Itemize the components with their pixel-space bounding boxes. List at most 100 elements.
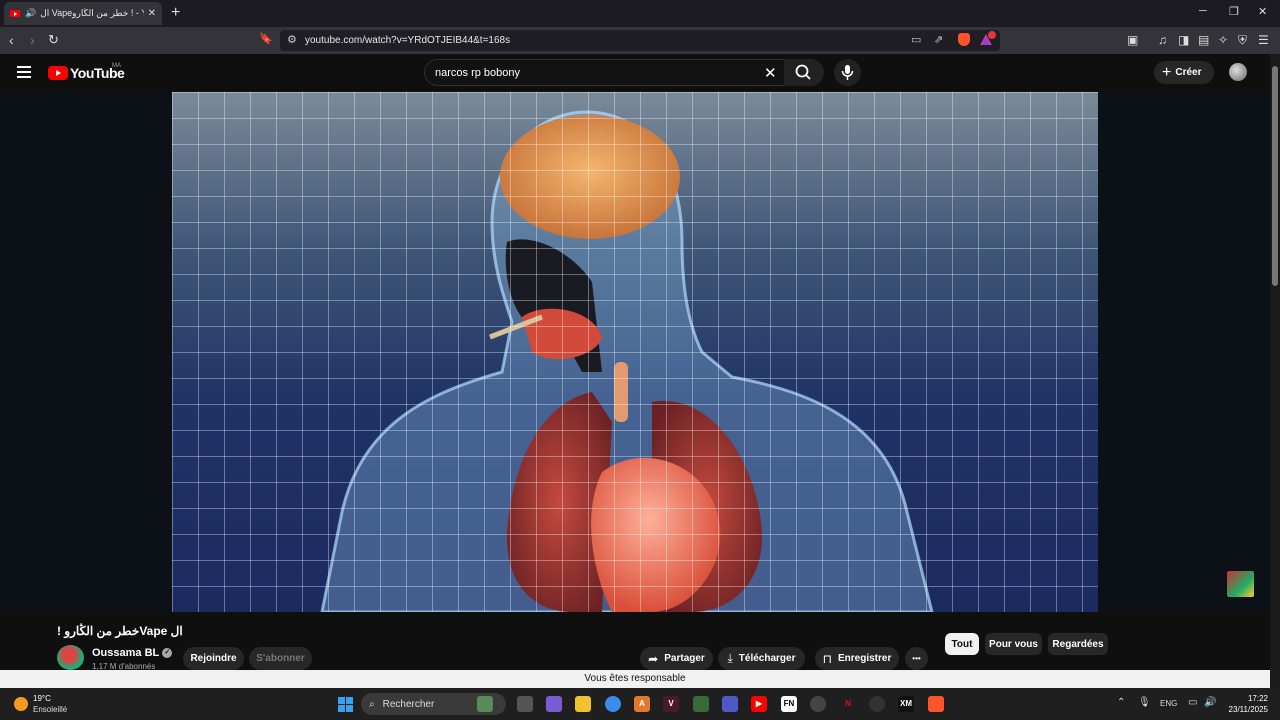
create-label: Créer bbox=[1175, 67, 1202, 78]
url-text[interactable]: youtube.com/watch?v=YRdOTJEIB44&t=168s bbox=[305, 35, 510, 46]
save-label: Enregistrer bbox=[838, 653, 892, 664]
download-label: Télécharger bbox=[738, 653, 796, 664]
search-box[interactable]: narcos rp bobony ✕ bbox=[424, 59, 786, 86]
volume-icon[interactable]: 🔊 bbox=[1204, 697, 1216, 708]
chip-watched[interactable]: Regardées bbox=[1048, 633, 1108, 655]
download-icon: ⤓ bbox=[727, 651, 733, 665]
copilot-icon[interactable] bbox=[546, 696, 562, 712]
voice-search-button[interactable] bbox=[834, 59, 861, 86]
browser-tab[interactable]: 🔊 ال Vapeخطر من الڭارو ! - YouTube ✕ bbox=[4, 2, 162, 25]
clear-search-icon[interactable]: ✕ bbox=[764, 64, 777, 82]
video-title: ال Vapeخطر من الڭارو ! bbox=[57, 624, 183, 638]
tab-close-icon[interactable]: ✕ bbox=[148, 8, 156, 19]
youtube-header: YouTube MA narcos rp bobony ✕ + Créer bbox=[0, 54, 1270, 92]
youtube-favicon-icon bbox=[10, 10, 20, 17]
restore-icon[interactable]: ❐ bbox=[1229, 5, 1239, 18]
netflix-icon[interactable]: N bbox=[840, 696, 856, 712]
notification-banner: Vous êtes responsable bbox=[0, 670, 1270, 688]
search-button[interactable] bbox=[784, 59, 824, 86]
file-explorer-icon[interactable] bbox=[575, 696, 591, 712]
tab-title: ال Vapeخطر من الڭارو ! - YouTube bbox=[40, 8, 143, 18]
weather-temperature[interactable]: 19°C bbox=[33, 694, 51, 703]
create-button[interactable]: + Créer bbox=[1154, 61, 1214, 84]
more-actions-button[interactable]: ••• bbox=[905, 647, 928, 670]
youtube-logo[interactable]: YouTube MA bbox=[48, 63, 125, 81]
network-icon[interactable]: ▭ bbox=[1188, 697, 1197, 708]
app-leaf-icon[interactable] bbox=[693, 696, 709, 712]
youtube-app-icon[interactable]: ▶ bbox=[751, 696, 767, 712]
subscribe-button[interactable]: S'abonner bbox=[249, 647, 312, 670]
country-code: MA bbox=[112, 63, 121, 69]
brave-shields-icon[interactable] bbox=[958, 33, 970, 46]
chip-for-you[interactable]: Pour vous bbox=[985, 633, 1042, 655]
page-scrollbar[interactable] bbox=[1270, 54, 1280, 688]
leo-ai-icon[interactable]: ✧ bbox=[1218, 33, 1228, 47]
video-player[interactable] bbox=[172, 92, 1098, 612]
bookmark-icon[interactable]: 🔖 bbox=[259, 32, 273, 45]
forward-icon[interactable]: › bbox=[30, 32, 35, 48]
language-indicator[interactable]: ENG bbox=[1160, 699, 1177, 708]
vpn-icon[interactable]: ⛨ bbox=[1238, 33, 1247, 48]
account-avatar[interactable] bbox=[1229, 63, 1247, 81]
tray-overflow-icon[interactable]: ⌃ bbox=[1117, 697, 1125, 708]
share-page-icon[interactable]: ⇗ bbox=[934, 33, 943, 46]
brave-app-icon[interactable] bbox=[928, 696, 944, 712]
browser-toolbar: ‹ › ↻ 🔖 ⚙ youtube.com/watch?v=YRdOTJEIB4… bbox=[0, 27, 1280, 54]
app-circle-icon[interactable] bbox=[869, 696, 885, 712]
scrollbar-thumb[interactable] bbox=[1272, 66, 1278, 286]
chrome-icon[interactable] bbox=[605, 696, 621, 712]
guide-menu-icon[interactable] bbox=[17, 66, 31, 81]
new-tab-button[interactable]: + bbox=[171, 4, 180, 22]
back-icon[interactable]: ‹ bbox=[9, 32, 14, 48]
download-button[interactable]: ⤓ Télécharger bbox=[718, 647, 805, 670]
reload-icon[interactable]: ↻ bbox=[48, 32, 59, 48]
music-icon[interactable]: ♫ bbox=[1158, 33, 1167, 47]
plus-icon: + bbox=[1162, 63, 1172, 81]
clock[interactable]: 17:22 23/11/2025 bbox=[1228, 693, 1268, 715]
channel-avatar[interactable] bbox=[57, 645, 84, 670]
channel-name-text[interactable]: Oussama BL bbox=[92, 647, 159, 659]
steam-icon[interactable] bbox=[810, 696, 826, 712]
browser-tab-bar: 🔊 ال Vapeخطر من الڭارو ! - YouTube ✕ + ─… bbox=[0, 0, 1280, 27]
wallet-icon[interactable]: ▤ bbox=[1198, 33, 1209, 47]
save-icon: ⊓ bbox=[822, 651, 832, 666]
verified-icon: ✓ bbox=[162, 648, 173, 659]
audio-playing-icon[interactable]: 🔊 bbox=[25, 8, 36, 19]
taskbar: 19°C Ensoleillé ⌕ Rechercher A V ▶ FN N … bbox=[0, 688, 1280, 720]
app-v-icon[interactable]: V bbox=[663, 696, 679, 712]
widgets-icon[interactable] bbox=[477, 696, 493, 712]
mic-tray-icon[interactable]: 🎙 bbox=[1138, 697, 1151, 708]
app-a-icon[interactable]: A bbox=[634, 696, 650, 712]
windows-start-icon[interactable] bbox=[338, 697, 353, 712]
microphone-icon bbox=[841, 65, 854, 80]
taskbar-search-label: Rechercher bbox=[382, 698, 435, 710]
minimize-icon[interactable]: ─ bbox=[1199, 5, 1207, 17]
search-icon: ⌕ bbox=[369, 698, 375, 710]
save-button[interactable]: ⊓ Enregistrer bbox=[815, 647, 899, 670]
app-xm-icon[interactable]: XM bbox=[898, 696, 914, 712]
task-view-icon[interactable] bbox=[517, 696, 533, 712]
menu-icon[interactable]: ☰ bbox=[1258, 33, 1269, 47]
rewards-badge bbox=[988, 31, 996, 39]
search-input[interactable]: narcos rp bobony bbox=[435, 67, 520, 79]
channel-name[interactable]: Oussama BL ✓ bbox=[92, 647, 173, 659]
search-icon bbox=[795, 64, 811, 80]
clock-date: 23/11/2025 bbox=[1228, 705, 1268, 714]
chip-all[interactable]: Tout bbox=[945, 633, 979, 655]
sidebar-icon[interactable]: ◨ bbox=[1178, 33, 1189, 47]
share-label: Partager bbox=[664, 653, 705, 664]
site-info-icon[interactable]: ⚙ bbox=[287, 33, 297, 46]
sun-icon[interactable] bbox=[14, 697, 28, 711]
window-close-icon[interactable]: ✕ bbox=[1258, 5, 1267, 18]
share-button[interactable]: ➦ Partager bbox=[640, 647, 713, 670]
app-fn-icon[interactable]: FN bbox=[781, 696, 797, 712]
cast-icon[interactable]: ▭ bbox=[911, 33, 921, 46]
weather-condition[interactable]: Ensoleillé bbox=[33, 705, 67, 714]
teams-icon[interactable] bbox=[722, 696, 738, 712]
channel-watermark[interactable] bbox=[1227, 571, 1254, 597]
youtube-play-icon bbox=[48, 66, 68, 80]
screenshot-icon[interactable]: ▣ bbox=[1127, 33, 1138, 47]
share-icon: ➦ bbox=[648, 651, 659, 666]
video-grid-overlay bbox=[172, 92, 1098, 612]
join-button[interactable]: Rejoindre bbox=[183, 647, 244, 670]
